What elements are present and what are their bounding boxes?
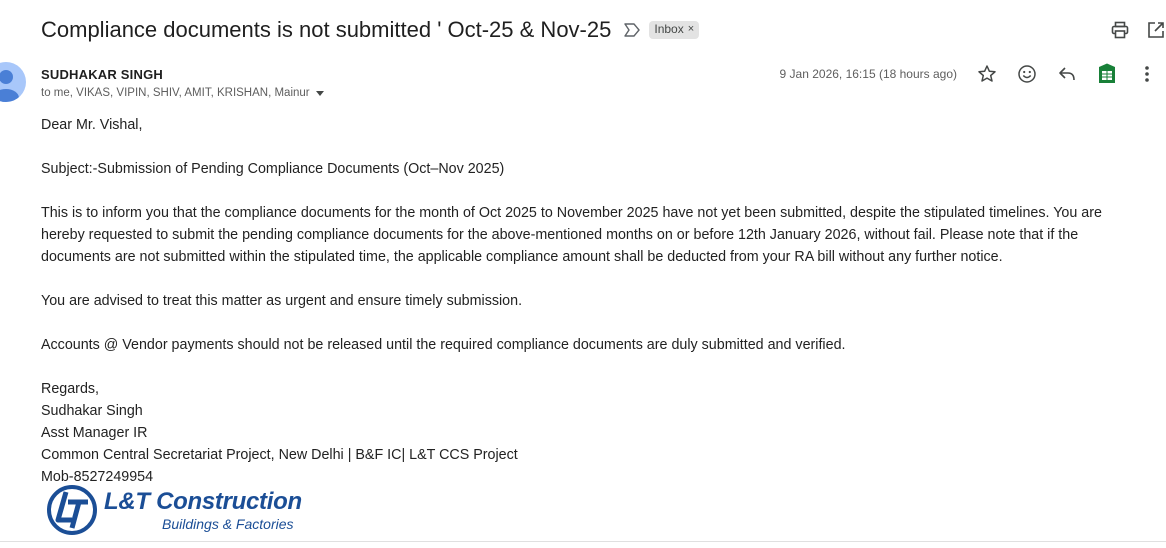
sheets-icon[interactable] (1097, 63, 1117, 84)
lt-logo-icon (47, 485, 97, 535)
top-right-actions (1110, 20, 1166, 40)
more-vert-icon[interactable] (1137, 64, 1157, 84)
signature-title: Asst Manager IR (41, 425, 148, 441)
subject-line: Subject:-Submission of Pending Complianc… (41, 161, 505, 177)
open-in-new-icon[interactable] (1146, 20, 1166, 40)
email-subject: Compliance documents is not submitted ' … (41, 17, 612, 42)
signature-name: Sudhakar Singh (41, 403, 143, 419)
email-body: Dear Mr. Vishal, Subject:-Submission of … (41, 114, 1141, 488)
sender-avatar[interactable] (0, 62, 26, 102)
paragraph-1: This is to inform you that the complianc… (41, 205, 1102, 265)
signature-org: Common Central Secretariat Project, New … (41, 447, 518, 463)
print-icon[interactable] (1110, 20, 1130, 40)
logo-text: L&T Construction Buildings & Factories (104, 487, 302, 532)
reply-icon[interactable] (1057, 64, 1077, 84)
divider (0, 541, 1166, 542)
sender-name[interactable]: SUDHAKAR SINGH (41, 67, 163, 82)
inbox-label-chip[interactable]: Inbox × (649, 21, 700, 39)
star-icon[interactable] (977, 64, 997, 84)
subject-row: Compliance documents is not submitted ' … (41, 14, 700, 46)
chevron-down-icon[interactable] (315, 90, 324, 96)
inbox-label-text: Inbox (654, 22, 684, 36)
email-date: 9 Jan 2026, 16:15 (18 hours ago) (779, 67, 957, 81)
paragraph-3: Accounts @ Vendor payments should not be… (41, 337, 846, 353)
logo-main-text: L&T Construction (104, 487, 302, 515)
paragraph-2: You are advised to treat this matter as … (41, 293, 523, 309)
signature-closing: Regards, (41, 381, 100, 397)
recipients-line[interactable]: to me, VIKAS, VIPIN, SHIV, AMIT, KRISHAN… (41, 87, 324, 99)
message-actions (977, 63, 1157, 84)
logo-sub-text: Buildings & Factories (162, 515, 294, 532)
signature: Regards, Sudhakar Singh Asst Manager IR … (41, 378, 1141, 488)
remove-label-icon[interactable]: × (688, 22, 694, 37)
email-view: Compliance documents is not submitted ' … (0, 0, 1166, 548)
greeting: Dear Mr. Vishal, (41, 117, 143, 133)
emoji-icon[interactable] (1017, 64, 1037, 84)
company-logo: L&T Construction Buildings & Factories (46, 484, 302, 536)
recipients-text: to me, VIKAS, VIPIN, SHIV, AMIT, KRISHAN… (41, 87, 310, 99)
important-icon[interactable] (624, 22, 641, 38)
